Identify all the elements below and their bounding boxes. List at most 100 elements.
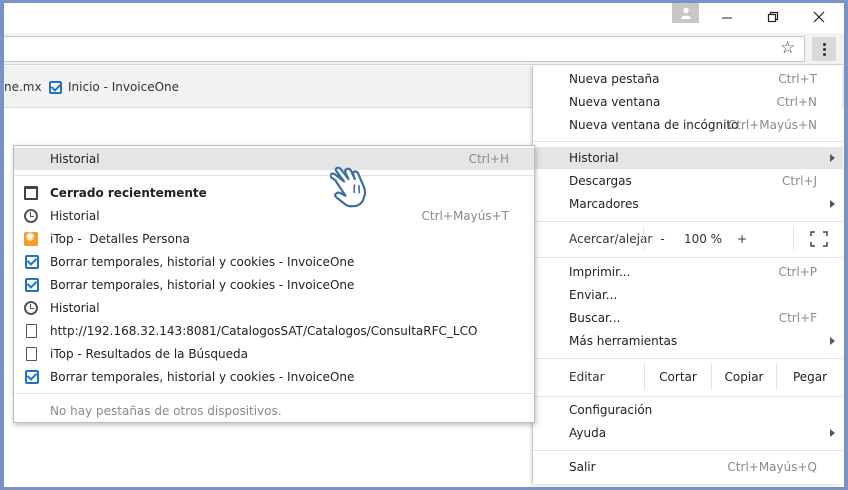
menu-label: Enviar... — [569, 288, 618, 302]
history-item[interactable]: http://192.168.32.143:8081/CatalogosSAT/… — [14, 320, 534, 342]
menu-shortcut: Ctrl+Mayús+T — [421, 209, 509, 223]
dot — [822, 47, 826, 51]
menu-help[interactable]: Ayuda — [533, 422, 843, 444]
minimize-icon — [722, 17, 732, 19]
menu-label: Nueva ventana — [569, 95, 661, 109]
menu-incognito[interactable]: Nueva ventana de incógnito Ctrl+Mayús+N — [533, 114, 843, 136]
cut-button[interactable]: Cortar — [644, 364, 711, 390]
menu-settings[interactable]: Configuración — [533, 399, 843, 421]
bookmark-item[interactable]: ne.mx — [4, 80, 42, 94]
menu-new-tab[interactable]: Nueva pestaña Ctrl+T — [533, 68, 843, 90]
copy-button[interactable]: Copiar — [711, 364, 776, 390]
menu-shortcut: Ctrl+Mayús+Q — [727, 460, 817, 474]
menu-separator — [533, 396, 843, 397]
menu-label: iTop - Resultados de la Búsqueda — [50, 347, 248, 361]
history-item[interactable]: Borrar temporales, historial y cookies -… — [14, 274, 534, 296]
menu-separator — [14, 393, 534, 394]
bookmark-star-icon[interactable]: ☆ — [780, 38, 795, 58]
zoom-in-button[interactable]: + — [725, 227, 759, 251]
recently-closed-heading: Cerrado recientemente — [14, 182, 534, 204]
menu-label: Nueva ventana de incógnito — [569, 118, 739, 132]
menu-label: Marcadores — [569, 197, 639, 211]
menu-shortcut: Ctrl+N — [776, 95, 817, 109]
history-item[interactable]: Borrar temporales, historial y cookies -… — [14, 366, 534, 388]
submenu-arrow-icon — [830, 154, 835, 162]
history-item[interactable]: Historial — [14, 297, 534, 319]
history-icon — [24, 301, 38, 315]
menu-shortcut: Ctrl+F — [778, 311, 817, 325]
history-item[interactable]: iTop - Resultados de la Búsqueda — [14, 343, 534, 365]
history-header-item[interactable]: Historial Ctrl+H — [14, 148, 534, 170]
zoom-label: Acercar/alejar — [569, 232, 653, 246]
submenu-arrow-icon — [830, 200, 835, 208]
menu-separator — [533, 450, 843, 451]
bookmark-label: Inicio - InvoiceOne — [68, 80, 180, 94]
menu-downloads[interactable]: Descargas Ctrl+J — [533, 170, 843, 192]
page-icon — [26, 347, 37, 361]
edit-row: Editar Cortar Copiar Pegar — [533, 364, 843, 390]
minimize-button[interactable] — [704, 3, 750, 31]
address-bar[interactable]: ☆ — [4, 36, 805, 62]
zoom-row: Acercar/alejar - 100 % + — [533, 227, 843, 251]
zoom-out-button[interactable]: - — [643, 227, 681, 251]
menu-new-window[interactable]: Nueva ventana Ctrl+N — [533, 91, 843, 113]
menu-label: Borrar temporales, historial y cookies -… — [50, 278, 355, 292]
history-item[interactable]: Historial Ctrl+Mayús+T — [14, 205, 534, 227]
menu-exit[interactable]: Salir Ctrl+Mayús+Q — [533, 456, 843, 478]
menu-print[interactable]: Imprimir... Ctrl+P — [533, 261, 843, 283]
dot — [822, 42, 826, 46]
chrome-menu-button[interactable] — [812, 37, 836, 61]
history-item[interactable]: iTop - Detalles Persona — [14, 228, 534, 250]
edit-label: Editar — [569, 370, 605, 384]
zoom-value-text: 100 % — [683, 232, 723, 246]
menu-more-tools[interactable]: Más herramientas — [533, 330, 843, 352]
menu-shortcut: Ctrl+Mayús+N — [727, 118, 817, 132]
other-devices-note: No hay pestañas de otros dispositivos. — [14, 400, 534, 422]
menu-label: Historial — [50, 152, 100, 166]
menu-label: Descargas — [569, 174, 632, 188]
menu-label: Borrar temporales, historial y cookies -… — [50, 255, 355, 269]
close-icon — [813, 11, 825, 23]
menu-history[interactable]: Historial — [533, 147, 843, 169]
menu-find[interactable]: Buscar... Ctrl+F — [533, 307, 843, 329]
title-bar — [4, 3, 844, 33]
menu-label: iTop - Detalles Persona — [50, 232, 190, 246]
menu-label: Imprimir... — [569, 265, 631, 279]
menu-cast[interactable]: Enviar... — [533, 284, 843, 306]
profile-button[interactable] — [672, 3, 699, 23]
close-button[interactable] — [796, 3, 842, 31]
history-submenu: Historial Ctrl+H Cerrado recientemente H… — [13, 145, 535, 423]
submenu-arrow-icon — [830, 337, 835, 345]
history-item[interactable]: Borrar temporales, historial y cookies -… — [14, 251, 534, 273]
menu-bookmarks[interactable]: Marcadores — [533, 193, 843, 215]
restore-icon — [767, 11, 779, 23]
menu-label: Historial — [50, 301, 100, 315]
menu-label: Más herramientas — [569, 334, 678, 348]
menu-separator — [533, 257, 843, 258]
menu-label: No hay pestañas de otros dispositivos. — [50, 404, 282, 418]
menu-label: Configuración — [569, 403, 653, 417]
user-icon — [680, 7, 691, 19]
tab-icon — [24, 186, 38, 200]
bookmark-label: ne.mx — [4, 80, 42, 94]
itop-icon — [24, 230, 38, 246]
menu-label: Nueva pestaña — [569, 72, 660, 86]
history-icon — [24, 209, 38, 223]
dot — [822, 52, 826, 56]
menu-label: Historial — [50, 209, 100, 223]
invoiceone-icon — [25, 278, 39, 292]
menu-label: Borrar temporales, historial y cookies -… — [50, 370, 355, 384]
zoom-plus-label: + — [736, 232, 748, 246]
fullscreen-button[interactable] — [793, 227, 843, 251]
menu-separator — [14, 175, 534, 176]
menu-shortcut: Ctrl+P — [778, 265, 817, 279]
bookmark-item-invoiceone[interactable]: Inicio - InvoiceOne — [49, 80, 179, 94]
menu-label: Cerrado recientemente — [50, 186, 207, 200]
zoom-minus-label: - — [660, 232, 665, 246]
menu-separator — [533, 358, 843, 359]
zoom-value: 100 % — [681, 227, 725, 251]
restore-button[interactable] — [750, 3, 796, 31]
menu-label: Salir — [569, 460, 596, 474]
menu-separator — [533, 221, 843, 222]
paste-button[interactable]: Pegar — [776, 364, 843, 390]
